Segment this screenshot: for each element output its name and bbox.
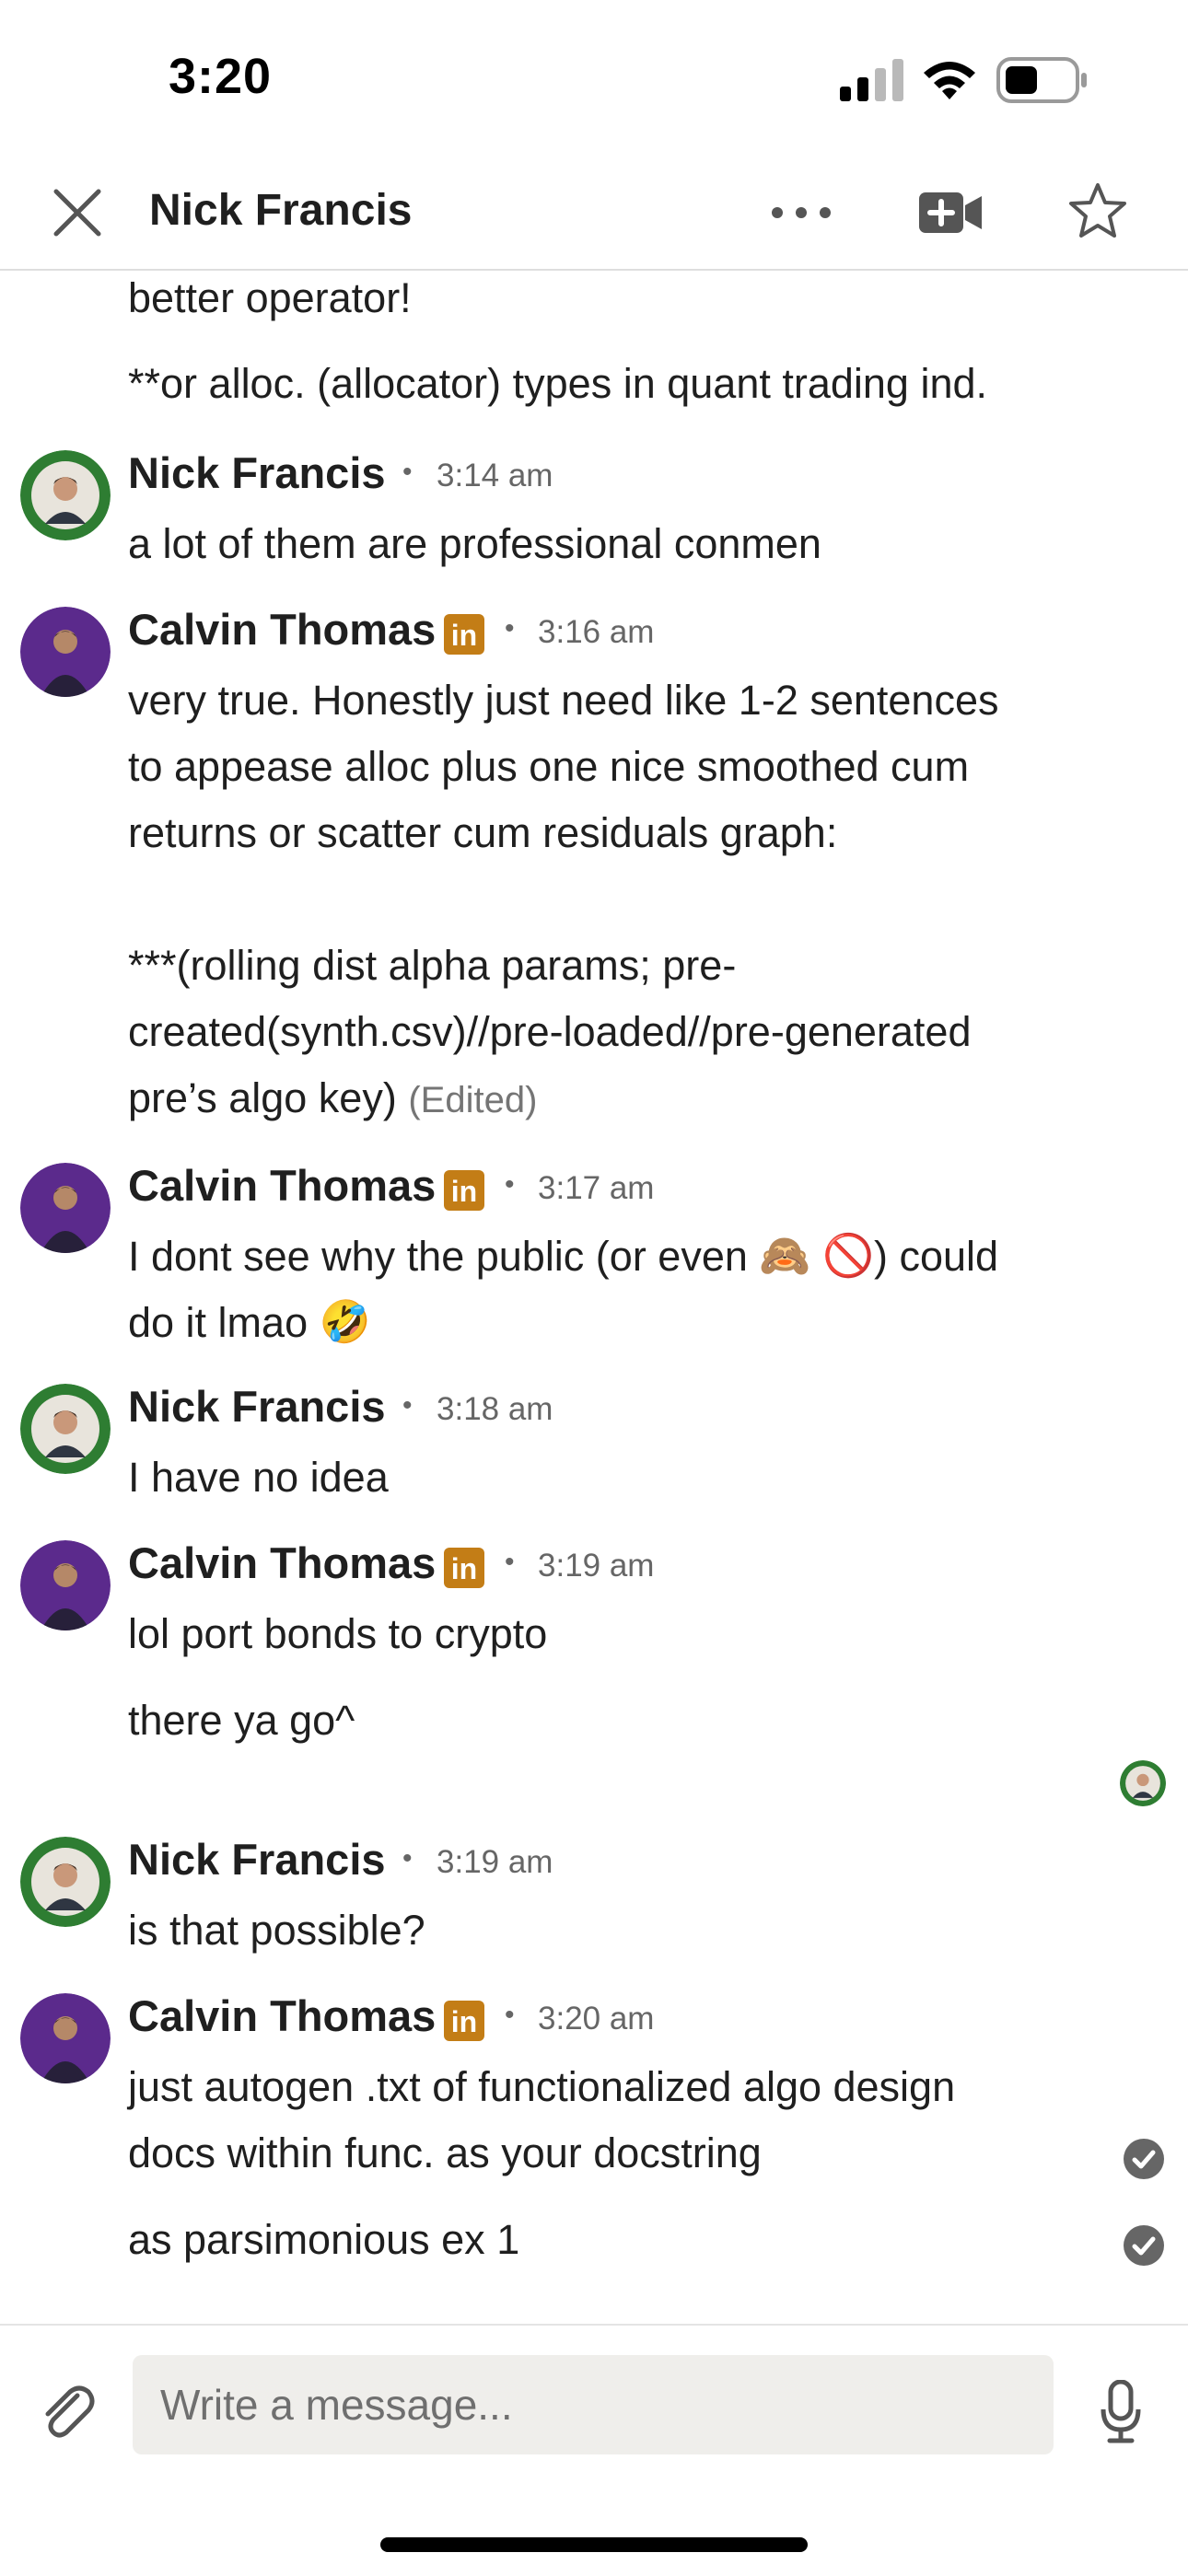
message-time: 3:20 am — [538, 2001, 655, 2036]
sender-name[interactable]: Nick Francis — [128, 447, 386, 498]
message-list[interactable]: better operator! **or alloc. (allocator)… — [0, 270, 1188, 2323]
attach-button[interactable] — [33, 2377, 101, 2445]
message-text: do it lmao 🤣 — [128, 1290, 371, 1359]
calvin-avatar-image — [20, 1540, 111, 1630]
see-no-evil-monkey-and-prohibited-emoji: 🙈 🚫 — [759, 1232, 874, 1280]
nick-avatar-image — [20, 1384, 111, 1474]
nick-avatar-image — [20, 450, 111, 540]
conversation-header: Nick Francis — [0, 161, 1188, 271]
sender-name[interactable]: Nick Francis — [128, 1834, 386, 1885]
message-text: is that possible? — [128, 1907, 425, 1954]
more-options-icon — [772, 207, 831, 218]
linkedin-badge-icon[interactable]: in — [444, 1170, 484, 1211]
battery-icon — [996, 57, 1087, 103]
message-time: 3:16 am — [538, 614, 655, 650]
message-time: 3:17 am — [538, 1170, 655, 1206]
close-button[interactable] — [48, 183, 107, 242]
sent-check-icon — [1124, 2139, 1164, 2179]
status-time: 3:20 — [169, 49, 273, 104]
avatar-calvin-thomas[interactable] — [20, 607, 111, 697]
rolling-laughing-emoji: 🤣 — [319, 1298, 371, 1346]
star-button[interactable] — [1065, 178, 1131, 244]
sender-name[interactable]: Calvin Thomas — [128, 604, 436, 655]
message-text: I have no idea — [128, 1454, 389, 1501]
avatar-calvin-thomas[interactable] — [20, 1163, 111, 1253]
message-text: just autogen .txt of functionalized algo… — [128, 2063, 956, 2110]
edited-label: (Edited) — [408, 1080, 538, 1120]
message-text: to appease alloc plus one nice smoothed … — [128, 743, 970, 790]
message-input[interactable] — [133, 2355, 1054, 2454]
nick-avatar-image — [1120, 1760, 1166, 1806]
avatar-nick-francis[interactable] — [20, 1384, 111, 1474]
sent-check-icon — [1124, 2225, 1164, 2266]
calvin-avatar-image — [20, 607, 111, 697]
sender-name[interactable]: Nick Francis — [128, 1381, 386, 1432]
message-text: docs within func. as your docstring — [128, 2129, 762, 2176]
video-call-button[interactable] — [917, 181, 984, 244]
message-text: I dont see why the public (or even 🙈 🚫) … — [128, 1224, 998, 1293]
sender-name[interactable]: Calvin Thomas — [128, 1160, 436, 1211]
sender-name[interactable]: Calvin Thomas — [128, 1537, 436, 1588]
message-text: returns or scatter cum residuals graph: — [128, 809, 838, 856]
calvin-avatar-image — [20, 1163, 111, 1253]
linkedin-badge-icon[interactable]: in — [444, 614, 484, 655]
sender-name[interactable]: Calvin Thomas — [128, 1990, 436, 2041]
nick-avatar-image — [20, 1837, 111, 1927]
video-call-icon — [919, 192, 982, 233]
wifi-icon — [924, 62, 975, 99]
message-time: 3:14 am — [437, 458, 553, 493]
message-text: better operator! — [128, 274, 412, 321]
message-time: 3:19 am — [437, 1844, 553, 1880]
message-text: very true. Honestly just need like 1-2 s… — [128, 677, 999, 724]
avatar-nick-francis[interactable] — [20, 1837, 111, 1927]
microphone-button[interactable] — [1092, 2375, 1149, 2449]
message-text: as parsimonious ex 1 — [128, 2216, 520, 2263]
more-options-button[interactable] — [768, 187, 834, 238]
message-time: 3:19 am — [538, 1548, 655, 1584]
message-text: pre’s algo key) (Edited) — [128, 1074, 538, 1121]
paperclip-icon — [45, 2385, 95, 2438]
linkedin-badge-icon[interactable]: in — [444, 2001, 484, 2041]
linkedin-badge-icon[interactable]: in — [444, 1548, 484, 1588]
message-text: **or alloc. (allocator) types in quant t… — [128, 360, 988, 407]
conversation-title[interactable]: Nick Francis — [149, 185, 412, 236]
avatar-nick-francis[interactable] — [20, 450, 111, 540]
microphone-icon — [1101, 2380, 1141, 2443]
calvin-avatar-image — [20, 1993, 111, 2083]
message-text: a lot of them are professional conmen — [128, 520, 821, 567]
message-text: there ya go^ — [128, 1697, 355, 1744]
message-text: ***(rolling dist alpha params; pre- — [128, 942, 737, 989]
message-text: created(synth.csv)//pre-loaded//pre-gene… — [128, 1008, 972, 1055]
home-indicator[interactable] — [380, 2537, 808, 2552]
read-receipt-avatar — [1120, 1760, 1166, 1806]
avatar-calvin-thomas[interactable] — [20, 1993, 111, 2083]
star-icon — [1069, 183, 1126, 238]
cellular-signal-icon — [840, 59, 903, 101]
message-text: lol port bonds to crypto — [128, 1610, 548, 1657]
close-icon — [53, 189, 101, 237]
message-time: 3:18 am — [437, 1391, 553, 1427]
avatar-calvin-thomas[interactable] — [20, 1540, 111, 1630]
status-bar: 3:20 — [0, 0, 1188, 161]
